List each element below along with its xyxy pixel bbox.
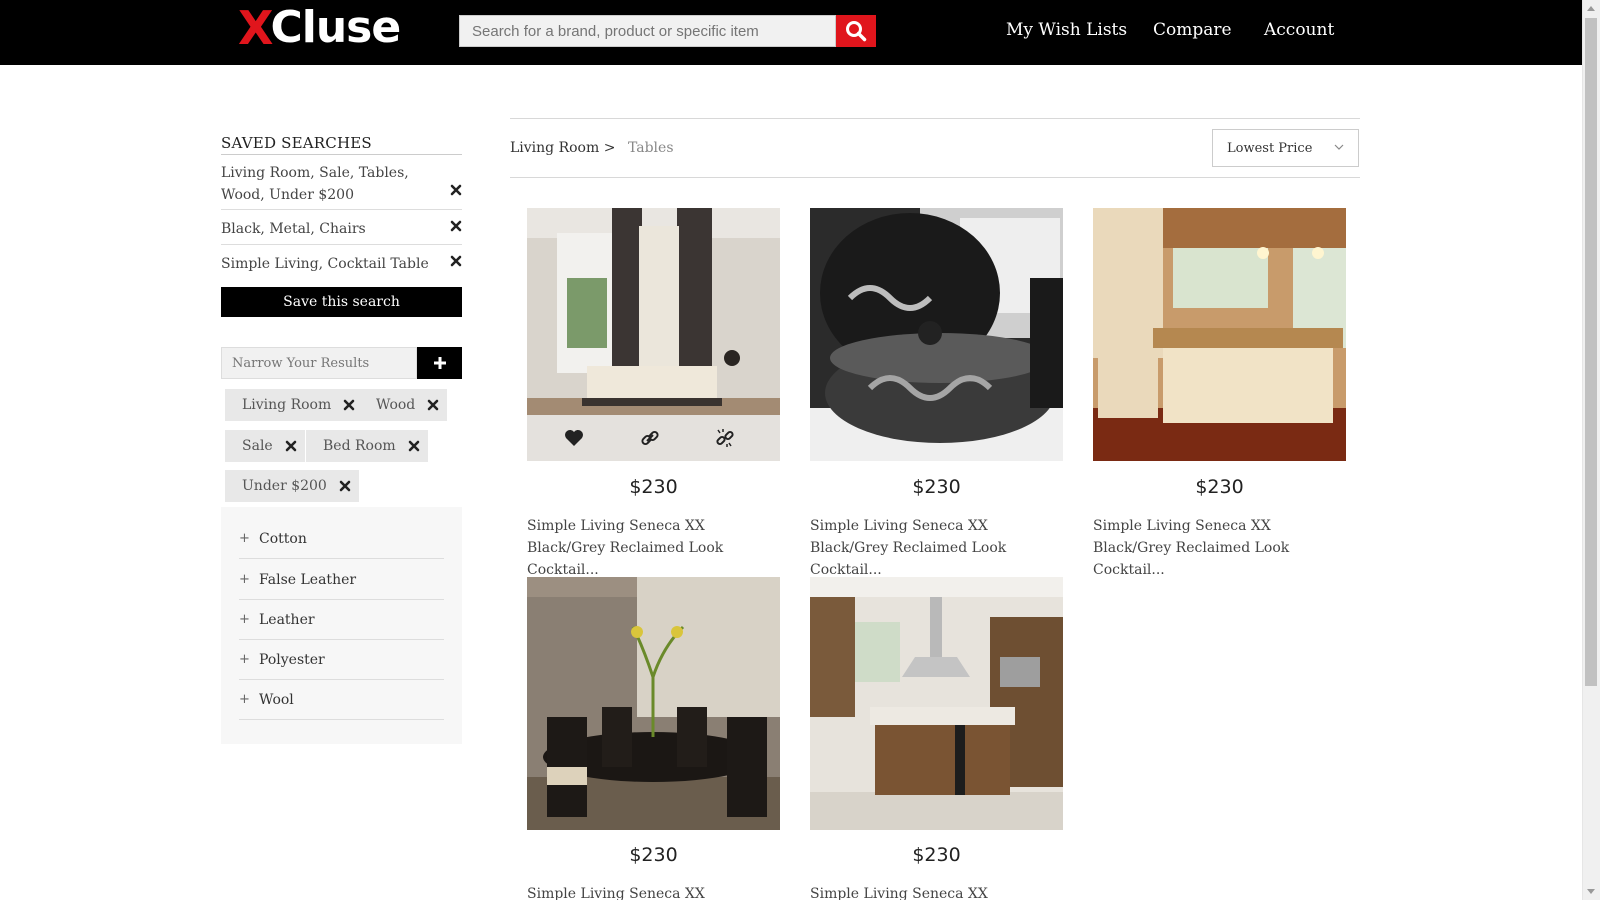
expand-plus-icon: + bbox=[239, 612, 250, 627]
saved-search-item[interactable]: Black, Metal, Chairs bbox=[221, 218, 462, 245]
product-image[interactable] bbox=[527, 577, 780, 830]
product-price: $230 bbox=[912, 476, 961, 498]
chevron-down-icon bbox=[1334, 144, 1344, 150]
filter-option-label: Wool bbox=[259, 691, 294, 708]
remove-icon[interactable] bbox=[450, 220, 462, 232]
sort-select[interactable]: Lowest Price bbox=[1212, 129, 1359, 167]
filter-option-polyester[interactable]: + Polyester bbox=[239, 640, 444, 680]
product-actions-bar bbox=[527, 415, 780, 461]
wood-kitchen-photo bbox=[810, 577, 1063, 830]
plus-icon bbox=[433, 357, 446, 369]
filter-option-leather[interactable]: + Leather bbox=[239, 600, 444, 640]
save-search-button[interactable]: Save this search bbox=[221, 287, 462, 317]
product-price: $230 bbox=[629, 476, 678, 498]
scroll-up-arrow-icon[interactable] bbox=[1587, 6, 1595, 11]
expand-plus-icon: + bbox=[239, 531, 250, 546]
product-price: $230 bbox=[629, 844, 678, 866]
filter-option-label: Polyester bbox=[259, 651, 325, 668]
filter-option-label: Leather bbox=[259, 611, 315, 628]
divider bbox=[510, 177, 1360, 178]
scrollbar-thumb[interactable] bbox=[1585, 18, 1597, 686]
expand-plus-icon: + bbox=[239, 572, 250, 587]
product-title[interactable]: Simple Living Seneca XX Black/Grey Recla… bbox=[527, 515, 787, 581]
sort-selected-label: Lowest Price bbox=[1227, 140, 1313, 156]
nav-account[interactable]: Account bbox=[1264, 20, 1334, 40]
top-navigation-bar: X Cluse My Wish Lists Compare Account bbox=[0, 0, 1582, 65]
dining-room-photo bbox=[527, 577, 780, 830]
product-price: $230 bbox=[912, 844, 961, 866]
nav-wish-lists[interactable]: My Wish Lists bbox=[1006, 20, 1127, 40]
search-button[interactable] bbox=[836, 15, 876, 47]
saved-search-label: Living Room, Sale, Tables, Wood, Under $… bbox=[221, 165, 409, 203]
product-title[interactable]: Simple Living Seneca XX Black/Grey Recla… bbox=[1093, 515, 1353, 581]
unlink-icon[interactable] bbox=[714, 427, 736, 449]
xcluse-logo[interactable]: X Cluse bbox=[238, 1, 401, 55]
breadcrumb-current: Tables bbox=[628, 140, 674, 156]
product-image[interactable] bbox=[527, 208, 780, 461]
filter-option-wool[interactable]: + Wool bbox=[239, 680, 444, 720]
saved-searches-heading: SAVED SEARCHES bbox=[221, 134, 462, 155]
chip-label: Sale bbox=[242, 438, 273, 454]
remove-chip-icon[interactable] bbox=[343, 399, 355, 411]
search-input[interactable] bbox=[459, 15, 836, 47]
divider bbox=[510, 118, 1360, 119]
saved-search-label: Black, Metal, Chairs bbox=[221, 221, 366, 237]
remove-chip-icon[interactable] bbox=[339, 480, 351, 492]
filter-chip: Under $200 bbox=[225, 470, 359, 502]
kitchen-photo bbox=[1093, 208, 1346, 461]
add-filter-button[interactable] bbox=[417, 347, 462, 379]
filter-chip: Wood bbox=[359, 389, 448, 421]
saved-search-label: Simple Living, Cocktail Table bbox=[221, 256, 429, 272]
narrow-results-input[interactable] bbox=[221, 347, 417, 379]
nav-compare[interactable]: Compare bbox=[1153, 20, 1232, 40]
breadcrumb-parent[interactable]: Living Room > bbox=[510, 140, 615, 156]
material-filter-panel: + Cotton + False Leather + Leather + Polyest… bbox=[221, 507, 462, 744]
filter-chip: Sale bbox=[225, 430, 305, 462]
chip-label: Under $200 bbox=[242, 478, 327, 494]
remove-chip-icon[interactable] bbox=[285, 440, 297, 452]
expand-plus-icon: + bbox=[239, 692, 250, 707]
remove-chip-icon[interactable] bbox=[427, 399, 439, 411]
chip-label: Wood bbox=[376, 397, 416, 413]
filter-chip: Living Room bbox=[225, 389, 364, 421]
product-title[interactable]: Simple Living Seneca XX Black/Grey bbox=[810, 883, 1070, 900]
logo-text: Cluse bbox=[270, 2, 401, 53]
search-icon bbox=[846, 21, 867, 42]
product-title[interactable]: Simple Living Seneca XX Black/Grey bbox=[527, 883, 787, 900]
product-title[interactable]: Simple Living Seneca XX Black/Grey Recla… bbox=[810, 515, 1070, 581]
product-price: $230 bbox=[1195, 476, 1244, 498]
expand-plus-icon: + bbox=[239, 652, 250, 667]
chip-label: Living Room bbox=[242, 397, 332, 413]
filter-chip: Bed Room bbox=[306, 430, 428, 462]
product-image[interactable] bbox=[810, 577, 1063, 830]
saved-search-item[interactable]: Living Room, Sale, Tables, Wood, Under $… bbox=[221, 162, 462, 210]
saved-search-item[interactable]: Simple Living, Cocktail Table bbox=[221, 253, 462, 280]
remove-chip-icon[interactable] bbox=[408, 440, 420, 452]
filter-option-cotton[interactable]: + Cotton bbox=[239, 519, 444, 559]
filter-option-false-leather[interactable]: + False Leather bbox=[239, 560, 444, 600]
filter-option-label: False Leather bbox=[259, 571, 357, 588]
scroll-down-arrow-icon[interactable] bbox=[1587, 889, 1595, 894]
chip-label: Bed Room bbox=[323, 438, 396, 454]
remove-icon[interactable] bbox=[450, 184, 462, 196]
link-icon[interactable] bbox=[639, 427, 661, 449]
product-image[interactable] bbox=[1093, 208, 1346, 461]
logo-x: X bbox=[238, 1, 274, 55]
filter-option-label: Cotton bbox=[259, 530, 307, 547]
heart-icon[interactable] bbox=[563, 427, 585, 449]
product-image[interactable] bbox=[810, 208, 1063, 461]
remove-icon[interactable] bbox=[450, 255, 462, 267]
lounge-chair-photo bbox=[810, 208, 1063, 461]
